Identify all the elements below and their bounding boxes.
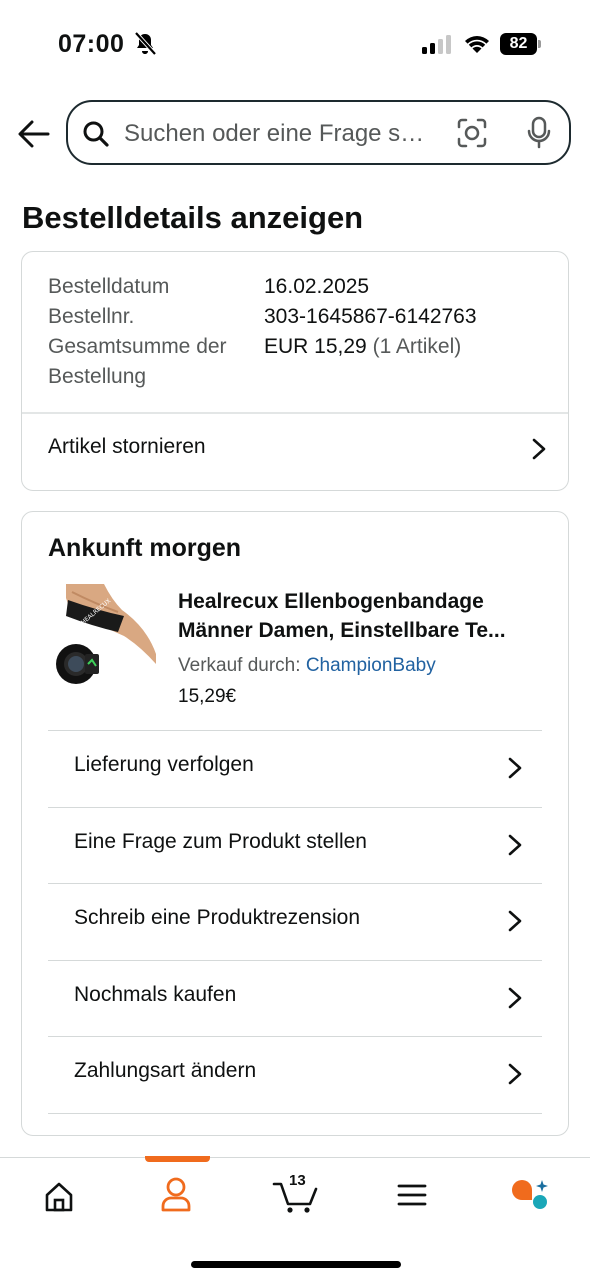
product-title-line1: Healrecux Ellenbogenbandage	[178, 590, 484, 613]
chevron-right-icon	[508, 987, 522, 1009]
shipment-card: Ankunft morgen HEALRECUX Healrecux Ellen…	[21, 511, 569, 1136]
bottom-nav: 13	[0, 1156, 590, 1280]
microphone-icon[interactable]	[526, 116, 552, 150]
order-date-label: Bestelldatum	[48, 275, 170, 298]
rufus-assistant-icon[interactable]	[500, 1176, 560, 1214]
wifi-icon	[465, 36, 489, 53]
buy-again-button[interactable]: Nochmals kaufen	[48, 960, 542, 1036]
home-indicator	[191, 1261, 401, 1268]
status-time: 07:00	[58, 30, 125, 58]
seller-prefix: Verkauf durch:	[178, 655, 301, 676]
order-summary-card: Bestelldatum 16.02.2025 Bestellnr. 303-1…	[21, 251, 569, 491]
chevron-right-icon	[508, 910, 522, 932]
change-payment-button[interactable]: Zahlungsart ändern	[48, 1036, 542, 1112]
order-total-value: EUR 15,29 (1 Artikel)	[264, 332, 461, 362]
search-bar[interactable]: Suchen oder eine Frage s…	[66, 100, 571, 165]
change-payment-label: Zahlungsart ändern	[74, 1059, 257, 1082]
track-delivery-button[interactable]: Lieferung verfolgen	[48, 730, 542, 806]
battery-tip	[538, 40, 541, 48]
order-number-value: 303-1645867-6142763	[264, 305, 477, 328]
search-input[interactable]: Suchen oder eine Frage s…	[124, 120, 444, 148]
product-title[interactable]: Healrecux Ellenbogenbandage Männer Damen…	[178, 587, 538, 645]
seller-info: Verkauf durch: ChampionBaby	[178, 655, 436, 677]
order-date-value: 16.02.2025	[264, 275, 370, 298]
order-total-amount: EUR 15,29	[264, 335, 367, 358]
chevron-right-icon	[508, 1063, 522, 1085]
seller-link[interactable]: ChampionBaby	[306, 655, 436, 676]
arrival-status: Ankunft morgen	[48, 534, 242, 562]
ask-product-question-label: Eine Frage zum Produkt stellen	[74, 830, 367, 853]
buy-again-label: Nochmals kaufen	[74, 983, 237, 1006]
account-icon[interactable]	[146, 1176, 206, 1214]
back-arrow-icon[interactable]	[16, 116, 52, 152]
order-total-label: Gesamtsumme der Bestellung	[48, 335, 227, 388]
chevron-right-icon	[532, 438, 546, 460]
cart-count-badge: 13	[289, 1172, 306, 1189]
product-image[interactable]: HEALRECUX	[52, 584, 156, 688]
chevron-right-icon	[508, 834, 522, 856]
order-number-label: Bestellnr.	[48, 305, 135, 328]
bell-muted-icon	[134, 31, 157, 56]
search-icon	[83, 121, 109, 147]
cancel-items-label: Artikel stornieren	[48, 435, 206, 458]
battery-level: 82	[500, 33, 537, 55]
battery-indicator: 82	[500, 33, 542, 55]
camera-lens-icon[interactable]	[457, 118, 487, 148]
write-review-label: Schreib eine Produktrezension	[74, 906, 361, 929]
status-bar: 07:00 82	[0, 0, 590, 88]
divider	[48, 1113, 542, 1114]
track-delivery-label: Lieferung verfolgen	[74, 753, 254, 776]
cellular-signal-icon	[422, 35, 451, 54]
cancel-items-link[interactable]: Artikel stornieren	[22, 413, 568, 490]
product-title-line2: Männer Damen, Einstellbare Te...	[178, 619, 506, 642]
order-item-count: (1 Artikel)	[372, 335, 462, 358]
product-price: 15,29€	[178, 686, 237, 707]
write-review-button[interactable]: Schreib eine Produktrezension	[48, 883, 542, 959]
menu-icon[interactable]	[382, 1180, 442, 1212]
ask-product-question-button[interactable]: Eine Frage zum Produkt stellen	[48, 807, 542, 883]
chevron-right-icon	[508, 757, 522, 779]
active-tab-indicator	[145, 1156, 210, 1162]
page-title: Bestelldetails anzeigen	[22, 200, 364, 235]
home-icon[interactable]	[29, 1178, 89, 1214]
